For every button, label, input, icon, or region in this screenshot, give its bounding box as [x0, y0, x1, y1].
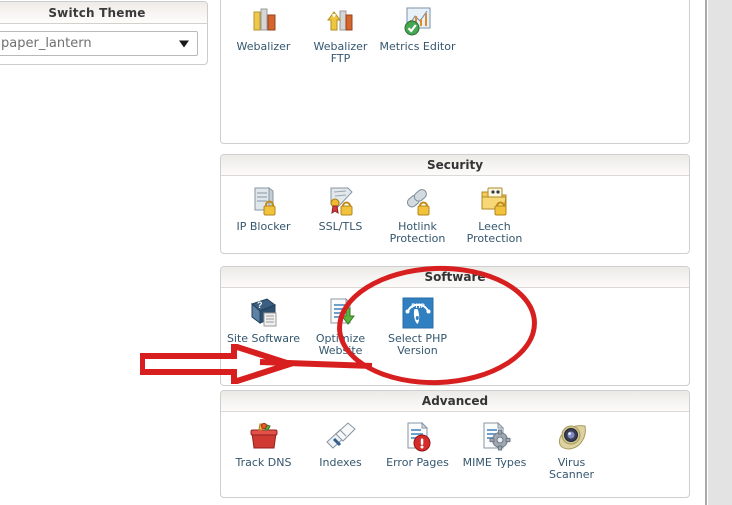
- app-item-label: Error Pages: [386, 456, 449, 469]
- site-software-icon: ?: [247, 296, 281, 330]
- panel-body-advanced: Track DNS Indexes Error Pages MIME Types Vir…: [221, 412, 689, 485]
- app-item-leech-protection[interactable]: Leech Protection: [456, 182, 533, 245]
- app-item-label: Optimize Website: [315, 332, 366, 357]
- cpanel-screen: Switch Theme paper_lantern VisitorsError…: [0, 0, 732, 505]
- app-item-label: IP Blocker: [236, 220, 291, 233]
- app-item-indexes[interactable]: Indexes: [302, 418, 379, 481]
- app-item-label: Virus Scanner: [548, 456, 594, 481]
- panel-software: Software? Site Software Optimize Website PH…: [220, 266, 690, 386]
- panel-header-security: Security: [221, 155, 689, 176]
- app-item-track-dns[interactable]: Track DNS: [225, 418, 302, 481]
- app-item-label: Hotlink Protection: [389, 220, 446, 245]
- panel-metrics: VisitorsErrorsBandwidthRaw AccessAwstats…: [220, 0, 690, 144]
- page-right-gutter: [708, 0, 732, 505]
- indexes-icon: [324, 420, 358, 454]
- panel-title-software: Software: [424, 270, 486, 284]
- ssl-tls-icon: [324, 184, 358, 218]
- optimize-website-icon: [324, 296, 358, 330]
- panel-title-advanced: Advanced: [421, 394, 489, 408]
- switch-theme-body: paper_lantern: [0, 24, 207, 56]
- theme-select[interactable]: paper_lantern: [0, 31, 198, 56]
- webalizer-icon: [247, 4, 281, 38]
- switch-theme-title: Switch Theme: [48, 5, 146, 20]
- theme-select-value: paper_lantern: [1, 36, 92, 51]
- panel-body-software: ? Site Software Optimize Website PHP Select …: [221, 288, 689, 361]
- hotlink-protection-icon: [401, 184, 435, 218]
- page-divider: [705, 0, 707, 505]
- app-item-label: Track DNS: [235, 456, 292, 469]
- mime-types-icon: [478, 420, 512, 454]
- switch-theme-panel: Switch Theme paper_lantern: [0, 1, 208, 65]
- app-item-label: Webalizer: [236, 40, 291, 53]
- app-item-optimize-website[interactable]: Optimize Website: [302, 294, 379, 357]
- app-item-label: Leech Protection: [466, 220, 523, 245]
- virus-scanner-icon: [555, 420, 589, 454]
- app-item-metrics-editor[interactable]: Metrics Editor: [379, 2, 456, 65]
- app-item-hotlink-protection[interactable]: Hotlink Protection: [379, 182, 456, 245]
- panel-body-security: IP Blocker SSL/TLS Hotlink Protection Leech…: [221, 176, 689, 249]
- select-php-version-icon: PHP: [401, 296, 435, 330]
- app-item-webalizer-ftp[interactable]: Webalizer FTP: [302, 2, 379, 65]
- app-item-label: Metrics Editor: [379, 40, 456, 53]
- track-dns-icon: [247, 420, 281, 454]
- app-item-site-software[interactable]: ? Site Software: [225, 294, 302, 357]
- app-item-virus-scanner[interactable]: Virus Scanner: [533, 418, 610, 481]
- svg-text:PHP: PHP: [411, 303, 425, 310]
- switch-theme-header: Switch Theme: [0, 2, 207, 24]
- app-item-ip-blocker[interactable]: IP Blocker: [225, 182, 302, 245]
- svg-text:?: ?: [257, 300, 263, 310]
- app-item-label: Indexes: [319, 456, 362, 469]
- app-item-label: Webalizer FTP: [313, 40, 368, 65]
- app-item-label: Select PHP Version: [388, 332, 447, 357]
- panel-body-metrics: VisitorsErrorsBandwidthRaw AccessAwstats…: [221, 0, 689, 69]
- app-item-error-pages[interactable]: Error Pages: [379, 418, 456, 481]
- leech-protection-icon: [478, 184, 512, 218]
- app-item-label: MIME Types: [462, 456, 527, 469]
- app-item-select-php-version[interactable]: PHP Select PHP Version: [379, 294, 456, 357]
- panel-header-advanced: Advanced: [221, 391, 689, 412]
- chevron-down-icon: [179, 40, 189, 47]
- error-pages-icon: [401, 420, 435, 454]
- panel-security: Security IP Blocker SSL/TLS Hotlink Protect…: [220, 154, 690, 254]
- panel-header-software: Software: [221, 267, 689, 288]
- app-item-webalizer[interactable]: Webalizer: [225, 2, 302, 65]
- app-item-ssl-tls[interactable]: SSL/TLS: [302, 182, 379, 245]
- app-item-label: Site Software: [226, 332, 301, 345]
- panel-title-security: Security: [426, 158, 484, 172]
- ip-blocker-icon: [247, 184, 281, 218]
- panel-advanced: Advanced Track DNS Indexes Error Pages MIME …: [220, 390, 690, 498]
- metrics-editor-icon: [401, 4, 435, 38]
- webalizer-ftp-icon: [324, 4, 358, 38]
- app-item-label: SSL/TLS: [318, 220, 363, 233]
- app-item-mime-types[interactable]: MIME Types: [456, 418, 533, 481]
